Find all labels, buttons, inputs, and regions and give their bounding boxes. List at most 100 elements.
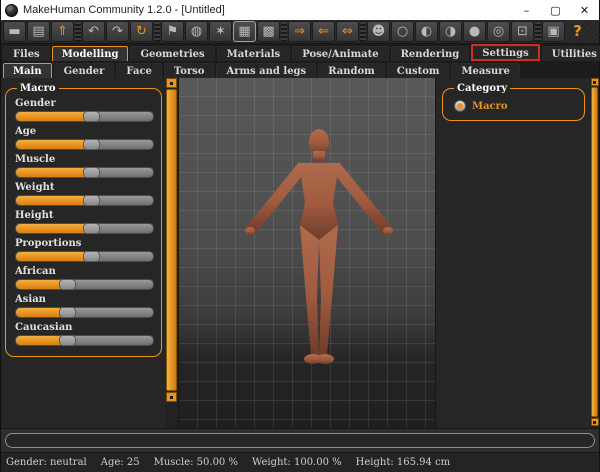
scrollbar-top-cap[interactable]: [591, 78, 599, 86]
age-slider-handle[interactable]: [83, 139, 100, 150]
sub-tab-bar: Main Gender Face Torso Arms and legs Ran…: [1, 61, 599, 78]
new-document-icon[interactable]: ▬: [3, 21, 26, 42]
help-icon[interactable]: ?: [566, 21, 589, 42]
proportions-slider-handle[interactable]: [83, 251, 100, 262]
toolbar-separator: [360, 21, 366, 42]
right-panel: Category Macro: [436, 78, 590, 428]
tab-files[interactable]: Files: [3, 46, 50, 61]
human-model[interactable]: [219, 128, 419, 368]
muscle-slider: Muscle: [15, 154, 154, 178]
view-top-icon[interactable]: ●: [463, 21, 486, 42]
wireframe-icon[interactable]: ◍: [185, 21, 208, 42]
scrollbar-top-cap[interactable]: [166, 78, 177, 88]
view-left-icon[interactable]: ◐: [415, 21, 438, 42]
progress-bar: [5, 433, 595, 448]
asian-slider-handle[interactable]: [59, 307, 76, 318]
close-button[interactable]: ✕: [570, 0, 599, 20]
progress-strip: [1, 428, 599, 452]
subtab-torso[interactable]: Torso: [164, 63, 215, 78]
smooth-icon[interactable]: ⚑: [161, 21, 184, 42]
zoom-to-fit-icon[interactable]: ⊡: [511, 21, 534, 42]
category-option-macro[interactable]: Macro: [452, 98, 577, 114]
grab-screenshot-icon[interactable]: ▣: [542, 21, 565, 42]
tab-geometries[interactable]: Geometries: [130, 46, 214, 61]
tab-utilities[interactable]: Utilities: [542, 46, 600, 61]
caucasian-slider: Caucasian: [15, 322, 154, 346]
muscle-slider-track[interactable]: [15, 167, 154, 178]
reset-model-icon[interactable]: ↻: [130, 21, 153, 42]
subtab-main[interactable]: Main: [3, 63, 52, 78]
view-right-icon[interactable]: ◑: [439, 21, 462, 42]
symmetry-both-icon[interactable]: ⇔: [336, 21, 359, 42]
macro-group-label: Macro: [17, 83, 59, 94]
african-slider: African: [15, 266, 154, 290]
age-slider-track[interactable]: [15, 139, 154, 150]
gender-slider: Gender: [15, 98, 154, 122]
title-bar: MakeHuman Community 1.2.0 - [Untitled] –…: [1, 0, 599, 20]
gender-slider-track[interactable]: [15, 111, 154, 122]
subtab-arms-and-legs[interactable]: Arms and legs: [216, 63, 316, 78]
left-panel: Macro Gender Age Muscle: [1, 78, 165, 428]
view-front-icon[interactable]: ☻: [367, 21, 390, 42]
symmetry-left-icon[interactable]: ⇐: [312, 21, 335, 42]
viewport-3d[interactable]: [178, 78, 436, 428]
status-weight: Weight: 100.00 %: [252, 457, 342, 468]
right-panel-scrollbar[interactable]: [590, 78, 599, 428]
view-back-icon[interactable]: ○: [391, 21, 414, 42]
gender-slider-handle[interactable]: [83, 111, 100, 122]
subtab-custom[interactable]: Custom: [387, 63, 450, 78]
caucasian-slider-handle[interactable]: [59, 335, 76, 346]
window-title: MakeHuman Community 1.2.0 - [Untitled]: [23, 4, 512, 16]
radio-button-icon[interactable]: [454, 100, 466, 112]
redo-icon[interactable]: ↷: [106, 21, 129, 42]
tab-pose-animate[interactable]: Pose/Animate: [292, 46, 388, 61]
toolbar-separator: [154, 21, 160, 42]
weight-slider-track[interactable]: [15, 195, 154, 206]
status-age: Age: 25: [101, 457, 140, 468]
minimize-button[interactable]: –: [512, 0, 541, 20]
status-bar: Gender: neutral Age: 25 Muscle: 50.00 % …: [1, 452, 599, 472]
macro-group: Macro Gender Age Muscle: [5, 83, 162, 357]
scrollbar-bottom-cap[interactable]: [166, 392, 177, 402]
toolbar-separator: [281, 21, 287, 42]
weight-slider-handle[interactable]: [83, 195, 100, 206]
save-file-icon[interactable]: ▤: [27, 21, 50, 42]
category-group-label: Category: [454, 83, 510, 94]
height-slider: Height: [15, 210, 154, 234]
tab-settings[interactable]: Settings: [471, 44, 540, 61]
tab-rendering[interactable]: Rendering: [391, 46, 470, 61]
subtab-measure[interactable]: Measure: [451, 63, 519, 78]
tab-modelling[interactable]: Modelling: [52, 46, 129, 61]
status-muscle: Muscle: 50.00 %: [154, 457, 238, 468]
muscle-slider-handle[interactable]: [83, 167, 100, 178]
subtab-face[interactable]: Face: [116, 63, 161, 78]
main-content: Macro Gender Age Muscle: [1, 78, 599, 428]
toolbar-separator: [75, 21, 81, 42]
proportions-slider-track[interactable]: [15, 251, 154, 262]
symmetry-right-icon[interactable]: ⇒: [288, 21, 311, 42]
weight-slider: Weight: [15, 182, 154, 206]
tab-materials[interactable]: Materials: [217, 46, 291, 61]
height-slider-track[interactable]: [15, 223, 154, 234]
grid-icon[interactable]: ▦: [233, 21, 256, 42]
height-slider-handle[interactable]: [83, 223, 100, 234]
african-slider-track[interactable]: [15, 279, 154, 290]
pose-icon[interactable]: ✶: [209, 21, 232, 42]
scrollbar-bottom-cap[interactable]: [591, 418, 599, 426]
load-file-icon[interactable]: ⇑: [51, 21, 74, 42]
caucasian-slider-track[interactable]: [15, 335, 154, 346]
undo-icon[interactable]: ↶: [82, 21, 105, 42]
scrollbar-thumb[interactable]: [166, 89, 177, 391]
subtab-random[interactable]: Random: [318, 63, 385, 78]
scrollbar-thumb[interactable]: [591, 87, 598, 417]
asian-slider-track[interactable]: [15, 307, 154, 318]
status-height: Height: 165.94 cm: [356, 457, 451, 468]
subtab-gender[interactable]: Gender: [54, 63, 115, 78]
left-panel-scrollbar[interactable]: [165, 78, 178, 428]
age-slider: Age: [15, 126, 154, 150]
background-icon[interactable]: ▩: [257, 21, 280, 42]
african-slider-handle[interactable]: [59, 279, 76, 290]
status-gender: Gender: neutral: [6, 457, 87, 468]
maximize-button[interactable]: ▢: [541, 0, 570, 20]
view-bottom-icon[interactable]: ◎: [487, 21, 510, 42]
